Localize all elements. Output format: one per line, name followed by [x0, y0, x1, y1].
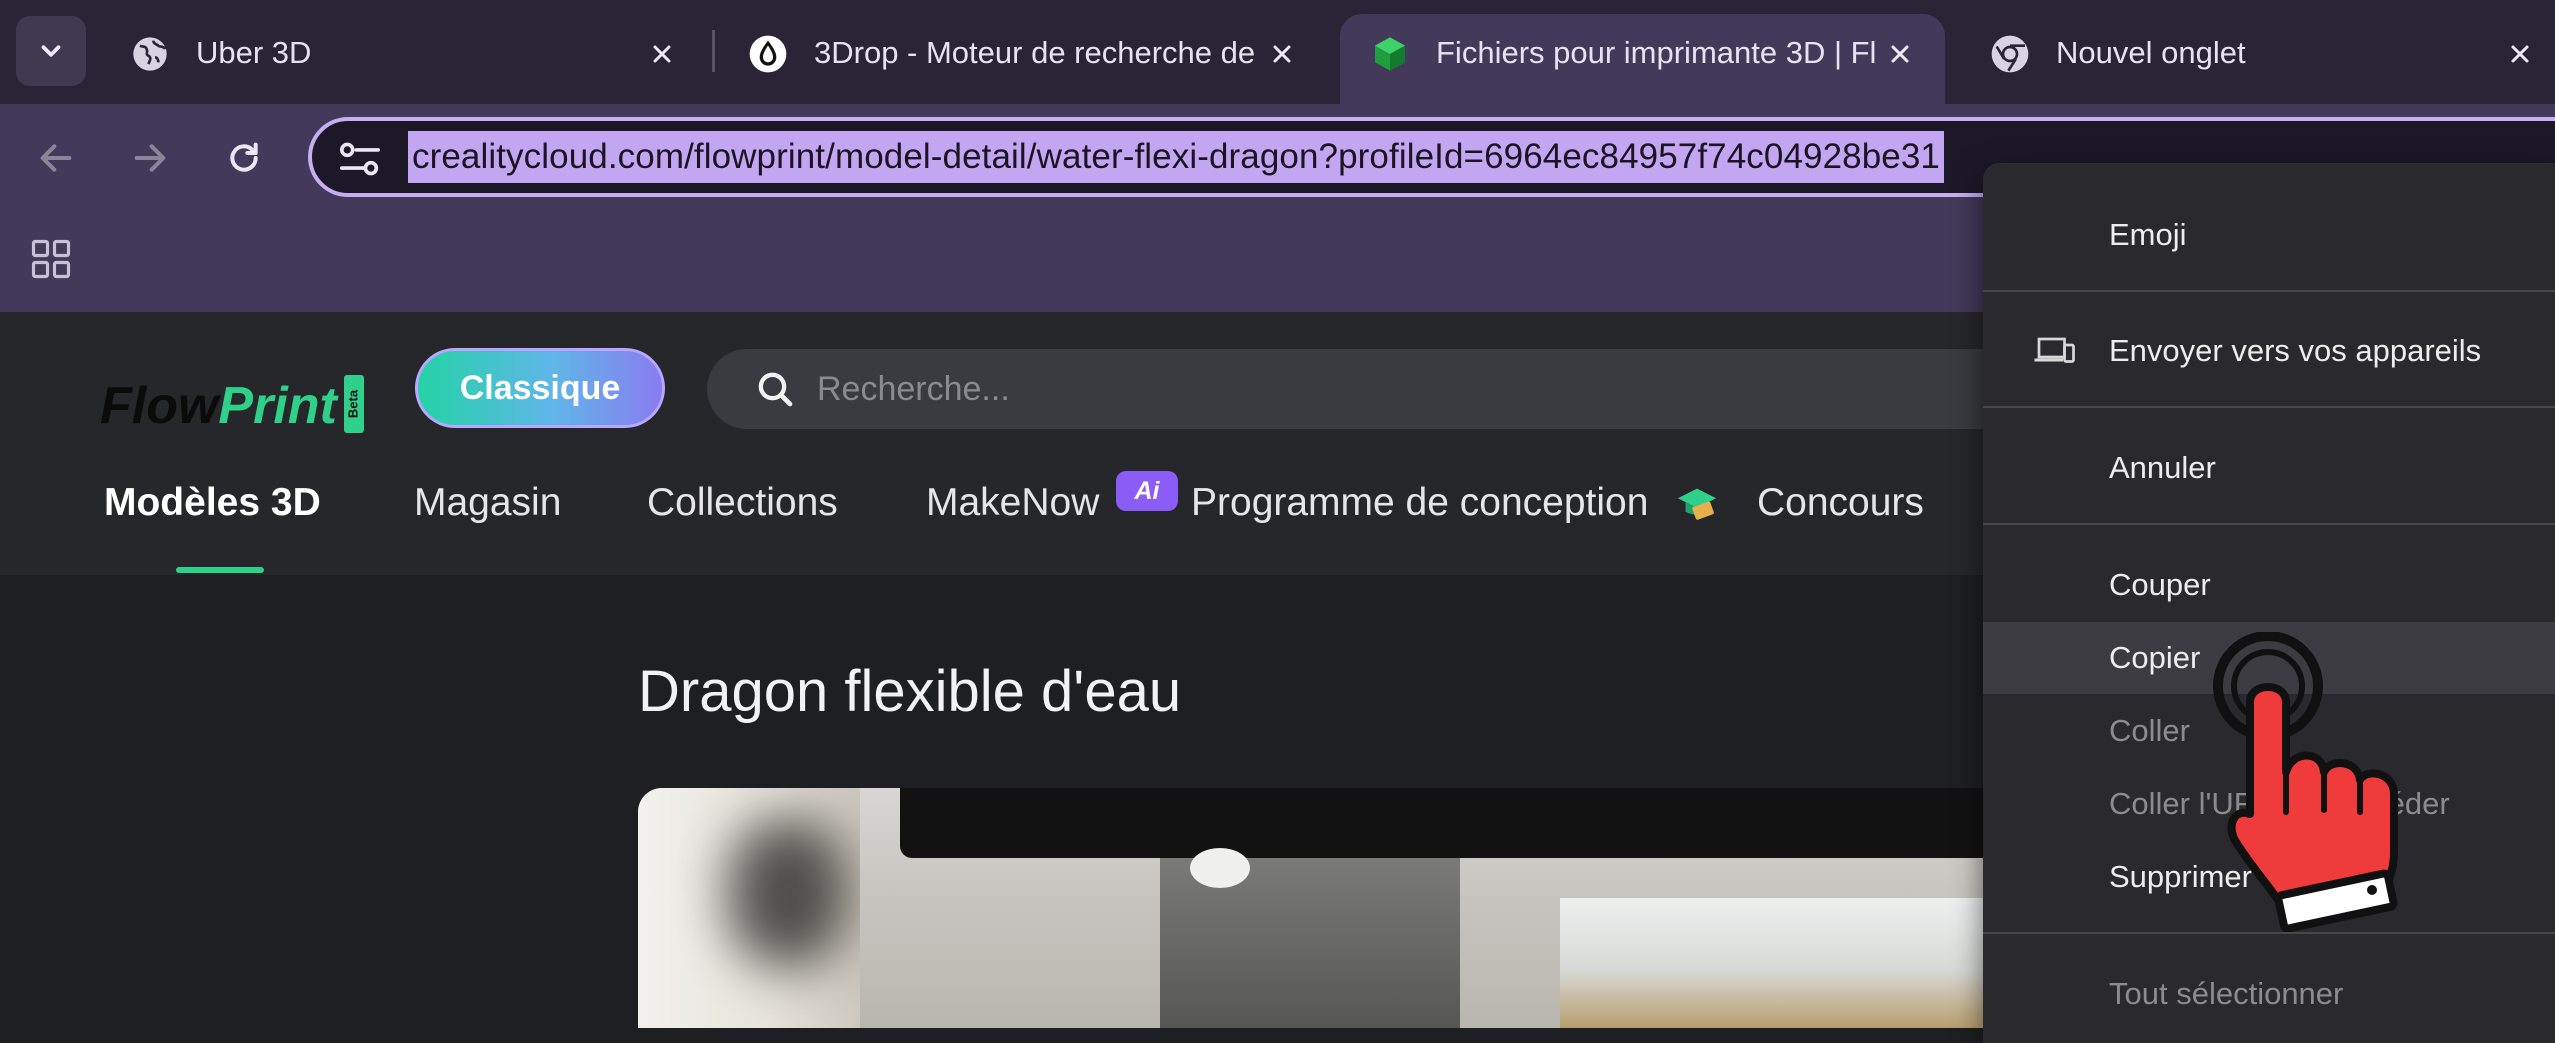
flowprint-logo[interactable]: FlowPrint Beta — [100, 361, 364, 451]
close-icon — [1273, 45, 1291, 63]
apps-grid-icon[interactable] — [30, 238, 72, 280]
close-tab-button[interactable] — [1880, 34, 1920, 74]
logo-print: Print — [218, 377, 337, 435]
logo-flow: Flow — [100, 377, 219, 435]
close-icon — [2511, 45, 2529, 63]
nav-magasin[interactable]: Magasin — [414, 473, 561, 533]
menu-separator — [1983, 406, 2555, 408]
arrow-left-icon — [40, 144, 72, 172]
preview-main-photo — [860, 788, 2038, 1028]
search-icon — [758, 372, 793, 407]
menu-item-send-to-devices[interactable]: Envoyer vers vos appareils — [1983, 315, 2555, 387]
menu-item-emoji[interactable]: Emoji — [1983, 199, 2555, 271]
menu-item-label: Copier — [2109, 640, 2201, 675]
active-tab-indicator — [176, 567, 264, 573]
menu-item-label: Coller — [2109, 713, 2190, 748]
menu-item-tout-selectionner[interactable]: Tout sélectionner — [1983, 958, 2555, 1030]
close-icon — [653, 45, 671, 63]
reload-button[interactable] — [214, 128, 274, 188]
site-settings-icon[interactable] — [338, 139, 382, 179]
arrow-right-icon — [134, 144, 166, 172]
menu-item-label: Couper — [2109, 567, 2211, 602]
tab-strip: Uber 3D 3Drop - Moteur de recherche de F… — [0, 0, 2555, 104]
menu-item-label: Annuler — [2109, 450, 2216, 485]
menu-item-label: Tout sélectionner — [2109, 976, 2344, 1011]
nav-makenow[interactable]: MakeNow — [926, 473, 1099, 533]
model-preview-image[interactable] — [638, 788, 2038, 1028]
classic-button[interactable]: Classique — [415, 348, 665, 428]
beta-badge: Beta — [344, 375, 364, 433]
nav-modeles-3d[interactable]: Modèles 3D — [104, 473, 321, 533]
tab-title: Nouvel onglet — [2056, 35, 2246, 70]
menu-item-label: Emoji — [2109, 217, 2187, 252]
close-icon — [1891, 45, 1909, 63]
model-title: Dragon flexible d'eau — [638, 659, 1182, 724]
svg-text:Beta: Beta — [345, 389, 360, 418]
chevron-down-icon — [41, 45, 61, 57]
graduation-cap-icon — [1677, 488, 1717, 520]
close-tab-button[interactable] — [2500, 34, 2540, 74]
hand-pointer-cursor-icon — [2213, 632, 2398, 932]
menu-item-couper[interactable]: Couper — [1983, 549, 2555, 621]
chrome-icon — [1991, 35, 2029, 73]
drop-icon — [749, 35, 787, 73]
menu-separator — [1983, 290, 2555, 292]
tab-title: 3Drop - Moteur de recherche de — [814, 35, 1254, 70]
tab-uber-3d[interactable]: Uber 3D — [100, 14, 700, 104]
beta-badge-text: Beta — [345, 389, 360, 418]
url-text[interactable]: crealitycloud.com/flowprint/model-detail… — [408, 131, 1944, 183]
reload-icon — [230, 142, 258, 172]
preview-thumbnail[interactable] — [638, 788, 860, 1028]
search-placeholder: Recherche... — [817, 370, 1010, 408]
menu-item-label: Envoyer vers vos appareils — [2109, 333, 2482, 368]
close-tab-button[interactable] — [1262, 34, 1302, 74]
devices-icon — [2034, 337, 2075, 363]
tab-title: Fichiers pour imprimante 3D | Fl — [1436, 35, 1876, 70]
tab-title: Uber 3D — [196, 35, 312, 70]
ai-badge: Ai — [1116, 471, 1178, 511]
menu-separator — [1983, 932, 2555, 934]
tab-nouvel-onglet[interactable]: Nouvel onglet — [1960, 14, 2550, 104]
menu-separator — [1983, 523, 2555, 525]
back-button[interactable] — [26, 128, 86, 188]
tab-3drop[interactable]: 3Drop - Moteur de recherche de — [718, 14, 1328, 104]
nav-collections[interactable]: Collections — [647, 473, 838, 533]
close-tab-button[interactable] — [642, 34, 682, 74]
tab-fichiers-imprimante[interactable]: Fichiers pour imprimante 3D | Fl — [1340, 14, 1945, 104]
globe-icon — [133, 37, 167, 71]
nav-concours[interactable]: Concours — [1757, 473, 1924, 533]
cube-icon — [1375, 37, 1405, 71]
tab-separator — [712, 30, 715, 72]
nav-programme-conception[interactable]: Programme de conception — [1191, 473, 1648, 533]
tab-search-button[interactable] — [16, 16, 86, 86]
menu-item-annuler[interactable]: Annuler — [1983, 432, 2555, 504]
forward-button[interactable] — [120, 128, 180, 188]
